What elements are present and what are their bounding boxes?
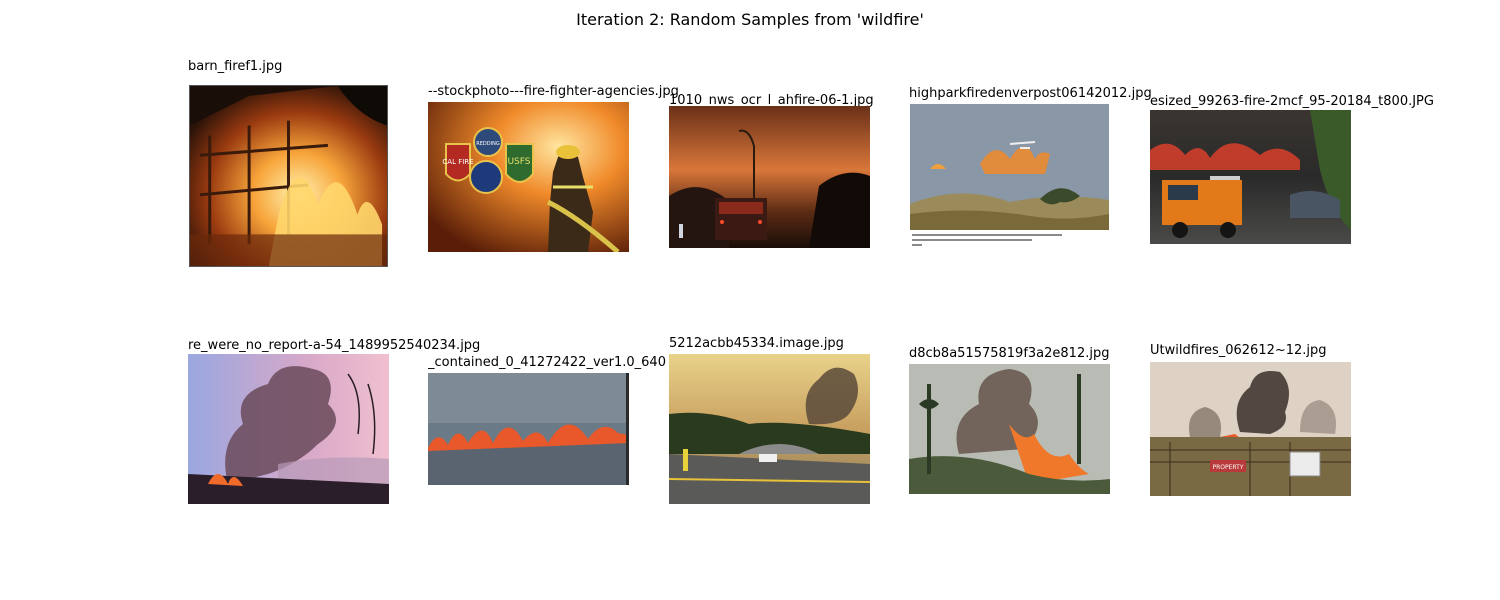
sample-caption: Utwildfires_062612~12.jpg xyxy=(1150,343,1327,358)
sample-caption: d8cb8a51575819f3a2e812.jpg xyxy=(909,346,1110,361)
sample-image-firefighter: CAL FIRE REDDING USFS xyxy=(428,102,629,252)
sample-image-grass-fire xyxy=(428,373,629,485)
sample-image-helicopter-fire xyxy=(910,104,1109,250)
figure-title: Iteration 2: Random Samples from 'wildfi… xyxy=(576,10,924,29)
sample-image-fence-smoke: PROPERTY xyxy=(1150,362,1351,496)
badge-usfs: USFS xyxy=(507,157,530,167)
sample-image-barn-fire xyxy=(189,85,388,267)
sample-caption: re_were_no_report-a-54_1489952540234.jpg xyxy=(188,338,481,353)
sample-image-fire-engine xyxy=(1150,110,1351,244)
sample-caption: barn_firef1.jpg xyxy=(188,59,283,74)
sample-caption: _contained_0_41272422_ver1.0_640 xyxy=(428,355,666,370)
sign-text: PROPERTY xyxy=(1213,464,1244,471)
sample-image-pink-smoke xyxy=(188,354,389,504)
sample-image-road-smoke xyxy=(669,354,870,504)
sample-caption: esized_99263-fire-2mcf_95-20184_t800.JPG xyxy=(1150,94,1434,109)
badge-redding: REDDING xyxy=(476,141,500,147)
sample-caption: --stockphoto---fire-fighter-agencies.jpg xyxy=(428,84,679,99)
sample-image-fire-truck-smoke xyxy=(669,106,870,248)
sample-caption: highparkfiredenverpost06142012.jpg xyxy=(909,86,1152,101)
badge-cal-fire: CAL FIRE xyxy=(442,158,473,166)
sample-caption: 5212acbb45334.image.jpg xyxy=(669,336,844,351)
sample-image-hillside-fire xyxy=(909,364,1110,494)
